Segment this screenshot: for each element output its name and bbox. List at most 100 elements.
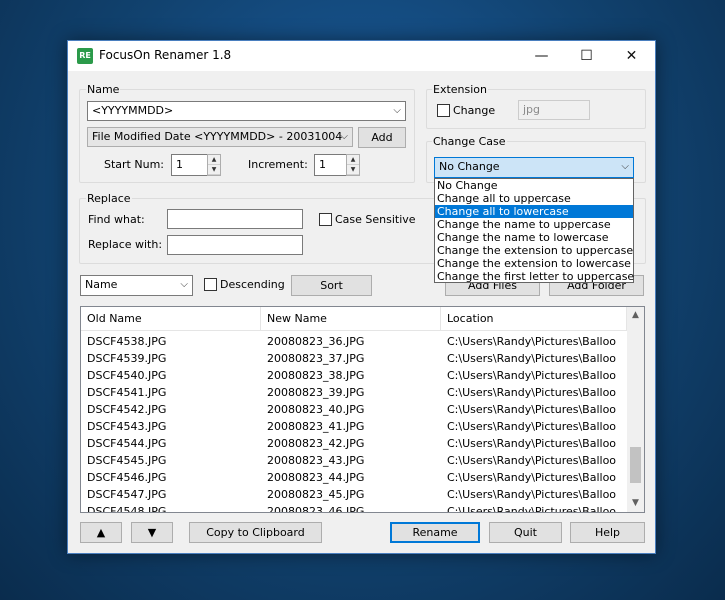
change-case-dropdown-list[interactable]: No Change Change all to uppercase Change a… [434, 178, 634, 283]
start-num-input[interactable]: 1 [171, 154, 208, 176]
table-row[interactable]: DSCF4545.JPG 20080823_43.JPG C:\Users\Rand… [81, 452, 627, 469]
table-row[interactable]: DSCF4547.JPG 20080823_45.JPG C:\Users\Rand… [81, 486, 627, 503]
scrollbar-thumb[interactable] [630, 447, 641, 483]
new-name-cell: 20080823_36.JPG [267, 335, 365, 348]
add-tag-button[interactable]: Add [358, 127, 406, 148]
case-option[interactable]: Change the first letter to uppercase [435, 270, 634, 283]
chevron-down-icon: ⌵ [393, 105, 401, 116]
table-row[interactable]: DSCF4539.JPG 20080823_37.JPG C:\Users\Rand… [81, 350, 627, 367]
table-row[interactable]: DSCF4543.JPG 20080823_41.JPG C:\Users\Rand… [81, 418, 627, 435]
help-button[interactable]: Help [570, 522, 645, 543]
maximize-button[interactable]: ☐ [564, 41, 609, 71]
move-up-button[interactable]: ▲ [80, 522, 122, 543]
case-sensitive-checkbox[interactable] [319, 213, 332, 226]
location-cell: C:\Users\Randy\Pictures\Balloo... [447, 369, 617, 382]
spin-up-icon[interactable]: ▲ [347, 155, 359, 165]
new-name-cell: 20080823_44.JPG [267, 471, 365, 484]
old-name-cell: DSCF4541.JPG [87, 386, 167, 399]
new-name-cell: 20080823_38.JPG [267, 369, 365, 382]
move-down-button[interactable]: ▼ [131, 522, 173, 543]
old-name-cell: DSCF4543.JPG [87, 420, 167, 433]
increment-input[interactable]: 1 [314, 154, 347, 176]
old-name-cell: DSCF4538.JPG [87, 335, 167, 348]
start-num-label: Start Num: [104, 158, 164, 171]
column-header-new-name[interactable]: New Name [261, 307, 441, 331]
descending-label: Descending [220, 278, 285, 291]
case-option[interactable]: Change all to lowercase [435, 205, 633, 218]
location-cell: C:\Users\Randy\Pictures\Balloo... [447, 471, 617, 484]
column-header-location[interactable]: Location [441, 307, 627, 331]
case-option[interactable]: Change all to uppercase [435, 192, 633, 205]
find-what-label: Find what: [88, 213, 145, 226]
new-name-cell: 20080823_45.JPG [267, 488, 365, 501]
copy-to-clipboard-button[interactable]: Copy to Clipboard [189, 522, 322, 543]
new-name-cell: 20080823_43.JPG [267, 454, 365, 467]
name-group-label: Name [86, 83, 121, 96]
app-window: RE FocusOn Renamer 1.8 — ☐ ✕ Name <YYYYM… [67, 40, 656, 554]
table-row[interactable]: DSCF4544.JPG 20080823_42.JPG C:\Users\Rand… [81, 435, 627, 452]
table-row[interactable]: DSCF4541.JPG 20080823_39.JPG C:\Users\Rand… [81, 384, 627, 401]
spin-down-icon[interactable]: ▼ [208, 165, 220, 175]
file-list[interactable]: Old Name New Name Location DSCF4538.JPG 2… [80, 306, 645, 513]
table-row[interactable]: DSCF4542.JPG 20080823_40.JPG C:\Users\Rand… [81, 401, 627, 418]
table-row[interactable]: DSCF4540.JPG 20080823_38.JPG C:\Users\Rand… [81, 367, 627, 384]
rename-button[interactable]: Rename [390, 522, 480, 543]
chevron-down-icon: ⌵ [340, 131, 348, 142]
file-list-header: Old Name New Name Location [81, 307, 627, 331]
title-bar[interactable]: RE FocusOn Renamer 1.8 — ☐ ✕ [68, 41, 655, 71]
start-num-spinner[interactable]: ▲ ▼ [207, 154, 221, 176]
case-option[interactable]: Change the extension to lowercase [435, 257, 633, 270]
minimize-button[interactable]: — [519, 41, 564, 71]
location-cell: C:\Users\Randy\Pictures\Balloo... [447, 488, 617, 501]
extension-input[interactable]: jpg [518, 100, 590, 120]
new-name-cell: 20080823_40.JPG [267, 403, 365, 416]
column-header-old-name[interactable]: Old Name [81, 307, 261, 331]
tag-select[interactable]: File Modified Date <YYYYMMDD> - 20031004… [87, 127, 353, 147]
case-option[interactable]: Change the name to uppercase [435, 218, 633, 231]
replace-with-label: Replace with: [88, 238, 163, 251]
name-pattern-combo[interactable]: <YYYYMMDD> ⌵ [87, 101, 406, 121]
location-cell: C:\Users\Randy\Pictures\Balloo... [447, 335, 617, 348]
location-cell: C:\Users\Randy\Pictures\Balloo... [447, 454, 617, 467]
old-name-cell: DSCF4540.JPG [87, 369, 167, 382]
case-option[interactable]: Change the extension to uppercase [435, 244, 633, 257]
sort-field-select[interactable]: Name ⌵ [80, 275, 193, 296]
replace-group-label: Replace [86, 192, 132, 205]
vertical-scrollbar[interactable]: ▲ ▼ [627, 307, 644, 512]
location-cell: C:\Users\Randy\Pictures\Balloo... [447, 352, 617, 365]
case-option[interactable]: Change the name to lowercase [435, 231, 633, 244]
close-button[interactable]: ✕ [609, 41, 654, 71]
new-name-cell: 20080823_41.JPG [267, 420, 365, 433]
spin-down-icon[interactable]: ▼ [347, 165, 359, 175]
table-row[interactable]: DSCF4546.JPG 20080823_44.JPG C:\Users\Rand… [81, 469, 627, 486]
location-cell: C:\Users\Randy\Pictures\Balloo... [447, 505, 617, 513]
change-case-select[interactable]: No Change ⌵ [434, 157, 634, 178]
scroll-up-icon[interactable]: ▲ [627, 307, 644, 324]
location-cell: C:\Users\Randy\Pictures\Balloo... [447, 437, 617, 450]
descending-checkbox[interactable] [204, 278, 217, 291]
old-name-cell: DSCF4548.JPG [87, 505, 167, 513]
quit-button[interactable]: Quit [489, 522, 562, 543]
case-option[interactable]: No Change [435, 179, 633, 192]
sort-button[interactable]: Sort [291, 275, 372, 296]
change-case-group-label: Change Case [432, 135, 507, 148]
spin-up-icon[interactable]: ▲ [208, 155, 220, 165]
new-name-cell: 20080823_39.JPG [267, 386, 365, 399]
location-cell: C:\Users\Randy\Pictures\Balloo... [447, 403, 617, 416]
extension-change-label: Change [453, 104, 496, 117]
change-case-value: No Change [439, 160, 500, 173]
app-icon: RE [77, 48, 93, 64]
location-cell: C:\Users\Randy\Pictures\Balloo... [447, 420, 617, 433]
increment-spinner[interactable]: ▲ ▼ [346, 154, 360, 176]
chevron-down-icon: ⌵ [621, 161, 629, 172]
window-title: FocusOn Renamer 1.8 [99, 48, 232, 62]
extension-group-label: Extension [432, 83, 489, 96]
extension-change-checkbox[interactable] [437, 104, 450, 117]
find-what-input[interactable] [167, 209, 303, 229]
old-name-cell: DSCF4542.JPG [87, 403, 167, 416]
table-row[interactable]: DSCF4548.JPG 20080823_46.JPG C:\Users\Rand… [81, 503, 627, 513]
replace-with-input[interactable] [167, 235, 303, 255]
scroll-down-icon[interactable]: ▼ [627, 495, 644, 512]
table-row[interactable]: DSCF4538.JPG 20080823_36.JPG C:\Users\Rand… [81, 333, 627, 350]
increment-label: Increment: [248, 158, 308, 171]
